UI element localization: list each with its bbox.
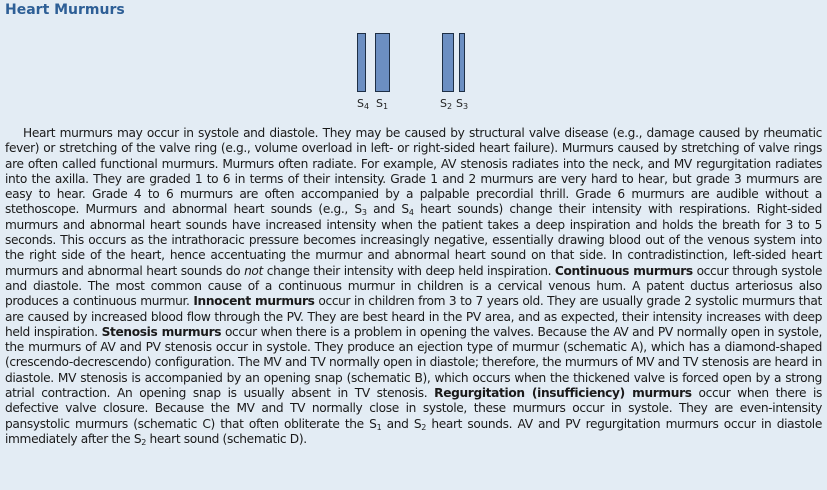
s4-bar [357,33,366,92]
s2-label: S2 [440,97,453,111]
term-regurgitation-murmurs: Regurgitation (insufficiency) murmurs [434,386,692,401]
s4-label: S4 [357,97,370,111]
s3-label: S3 [456,97,469,111]
s2-bar [442,33,454,92]
s3-bar [459,33,465,92]
term-stenosis-murmurs: Stenosis murmurs [101,324,222,339]
term-continuous-murmurs: Continuous murmurs [554,263,693,278]
term-innocent-murmurs: Innocent murmurs [193,294,315,309]
heart-sounds-diagram: S4 S1 S2 S3 [0,0,827,120]
s1-bar [375,33,390,92]
s1-label: S1 [376,97,389,111]
body-text: Heart murmurs may occur in systole and d… [5,126,823,447]
emphasis-not: not [244,263,263,278]
